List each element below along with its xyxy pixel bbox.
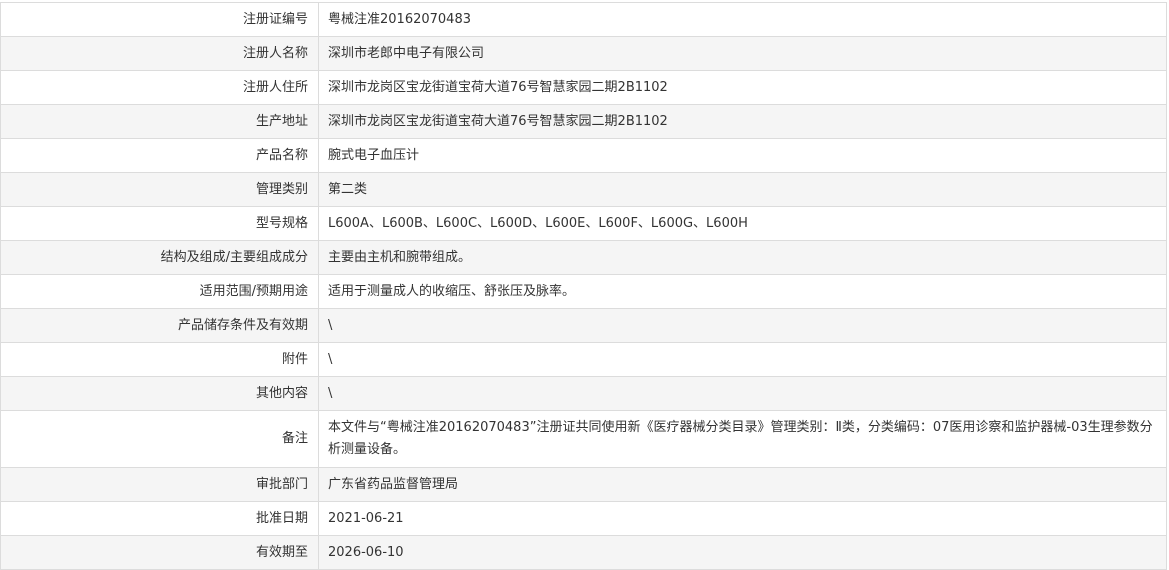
row-value: 本文件与“粤械注准20162070483”注册证共同使用新《医疗器械分类目录》管… (318, 410, 1167, 468)
row-label: 产品名称 (0, 138, 319, 173)
row-value: L600A、L600B、L600C、L600D、L600E、L600F、L600… (318, 206, 1167, 241)
row-label: 附件 (0, 342, 319, 377)
row-value: 第二类 (318, 172, 1167, 207)
table-row: 附件 \ (0, 342, 1167, 377)
table-row: 生产地址 深圳市龙岗区宝龙街道宝荷大道76号智慧家园二期2B1102 (0, 104, 1167, 139)
row-label: 管理类别 (0, 172, 319, 207)
table-row: 管理类别 第二类 (0, 172, 1167, 207)
table-row: 备注 本文件与“粤械注准20162070483”注册证共同使用新《医疗器械分类目… (0, 410, 1167, 468)
row-label: 有效期至 (0, 535, 319, 570)
table-row: 型号规格 L600A、L600B、L600C、L600D、L600E、L600F… (0, 206, 1167, 241)
row-value: 深圳市龙岗区宝龙街道宝荷大道76号智慧家园二期2B1102 (318, 104, 1167, 139)
row-label: 注册证编号 (0, 2, 319, 37)
table-row: 批准日期 2021-06-21 (0, 501, 1167, 536)
row-value: 粤械注准20162070483 (318, 2, 1167, 37)
registration-detail-table: 注册证编号 粤械注准20162070483 注册人名称 深圳市老郎中电子有限公司… (0, 2, 1167, 570)
row-label: 批准日期 (0, 501, 319, 536)
row-value: 腕式电子血压计 (318, 138, 1167, 173)
row-value: 2021-06-21 (318, 501, 1167, 536)
table-row: 产品储存条件及有效期 \ (0, 308, 1167, 343)
row-label: 注册人名称 (0, 36, 319, 71)
row-label: 结构及组成/主要组成成分 (0, 240, 319, 275)
table-row: 注册证编号 粤械注准20162070483 (0, 2, 1167, 37)
table-row: 适用范围/预期用途 适用于测量成人的收缩压、舒张压及脉率。 (0, 274, 1167, 309)
row-value: \ (318, 342, 1167, 377)
row-value: \ (318, 376, 1167, 411)
row-value: \ (318, 308, 1167, 343)
row-label: 产品储存条件及有效期 (0, 308, 319, 343)
table-row: 其他内容 \ (0, 376, 1167, 411)
row-value: 主要由主机和腕带组成。 (318, 240, 1167, 275)
row-label: 其他内容 (0, 376, 319, 411)
row-label: 生产地址 (0, 104, 319, 139)
row-label: 备注 (0, 410, 319, 468)
table-row: 注册人住所 深圳市龙岗区宝龙街道宝荷大道76号智慧家园二期2B1102 (0, 70, 1167, 105)
table-row: 产品名称 腕式电子血压计 (0, 138, 1167, 173)
table-row: 审批部门 广东省药品监督管理局 (0, 467, 1167, 502)
row-value: 深圳市龙岗区宝龙街道宝荷大道76号智慧家园二期2B1102 (318, 70, 1167, 105)
table-row: 有效期至 2026-06-10 (0, 535, 1167, 570)
row-label: 适用范围/预期用途 (0, 274, 319, 309)
row-value: 适用于测量成人的收缩压、舒张压及脉率。 (318, 274, 1167, 309)
row-label: 审批部门 (0, 467, 319, 502)
table-row: 结构及组成/主要组成成分 主要由主机和腕带组成。 (0, 240, 1167, 275)
row-value: 深圳市老郎中电子有限公司 (318, 36, 1167, 71)
table-row: 注册人名称 深圳市老郎中电子有限公司 (0, 36, 1167, 71)
row-value: 2026-06-10 (318, 535, 1167, 570)
row-value: 广东省药品监督管理局 (318, 467, 1167, 502)
row-label: 注册人住所 (0, 70, 319, 105)
row-label: 型号规格 (0, 206, 319, 241)
